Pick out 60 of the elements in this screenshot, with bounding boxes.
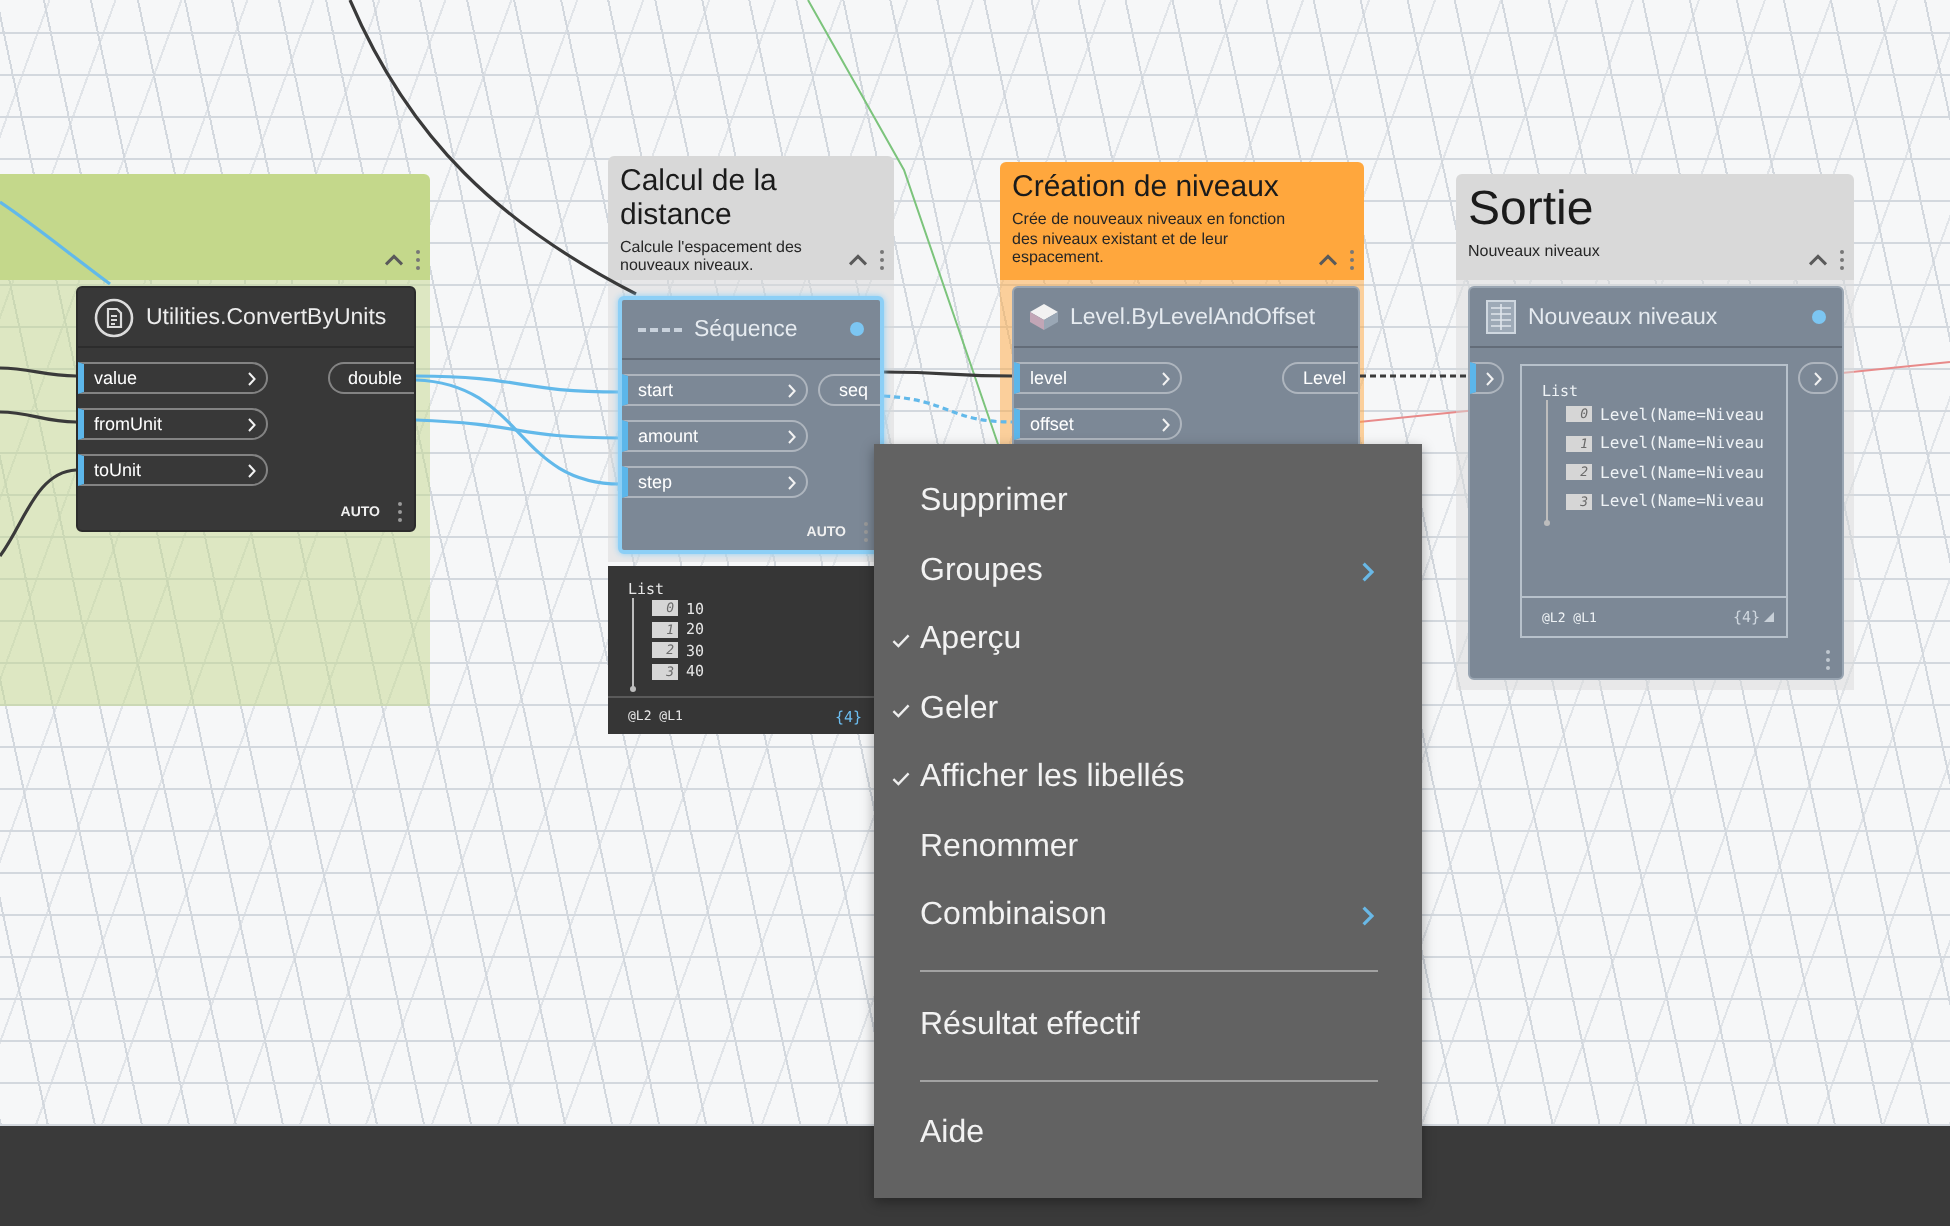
input-port[interactable]: level bbox=[1014, 362, 1182, 394]
menu-item[interactable]: Aperçu bbox=[874, 606, 1422, 675]
list-value: Level(Name=Niveau bbox=[1600, 492, 1764, 511]
group-description: Nouveaux niveaux bbox=[1468, 241, 1600, 262]
menu-item[interactable]: Combinaison bbox=[874, 882, 1422, 951]
chevron-icon bbox=[788, 429, 796, 443]
collapse-chevron-icon[interactable] bbox=[384, 254, 404, 266]
node-title: Level.ByLevelAndOffset bbox=[1070, 305, 1318, 329]
sheet-icon bbox=[1486, 300, 1516, 334]
menu-item[interactable]: Afficher les libellés bbox=[874, 744, 1422, 813]
list-value: Level(Name=Niveau bbox=[1600, 463, 1764, 482]
menu-item[interactable]: Résultat effectif bbox=[874, 991, 1422, 1060]
chevron-icon bbox=[248, 417, 256, 431]
wire[interactable] bbox=[0, 410, 77, 424]
chevron-icon bbox=[788, 475, 796, 489]
group-description: Crée de nouveaux niveaux en fonction des niveaux existant et de leur espacement. bbox=[1012, 209, 1288, 269]
chevron-icon bbox=[248, 463, 256, 477]
chevron-icon bbox=[1162, 371, 1170, 385]
wire[interactable] bbox=[884, 370, 1012, 378]
chevron-icon bbox=[1814, 371, 1822, 385]
collapse-chevron-icon[interactable] bbox=[1808, 254, 1828, 266]
menu-item[interactable]: Geler bbox=[874, 675, 1422, 744]
collapse-chevron-icon[interactable] bbox=[848, 254, 868, 266]
chevron-icon bbox=[1162, 417, 1170, 431]
chevron-icon bbox=[1485, 371, 1493, 385]
collapse-chevron-icon[interactable] bbox=[1318, 254, 1338, 266]
group-title: Création de niveaux bbox=[1012, 172, 1281, 206]
output-port[interactable]: double bbox=[327, 362, 414, 394]
list-value: Level(Name=Niveau bbox=[1600, 434, 1764, 453]
list-value: Level(Name=Niveau bbox=[1600, 405, 1764, 424]
wire[interactable] bbox=[0, 366, 77, 378]
node-title: Séquence bbox=[694, 317, 800, 341]
group-header[interactable]: Calcul de la distance Calcule l'espacement des nouveaux niveaux. bbox=[608, 156, 894, 280]
group-header[interactable]: Création de niveaux Crée de nouveaux niveaux en fonction des niveaux existant et de leur espacement. bbox=[1000, 162, 1364, 280]
input-port[interactable] bbox=[1470, 362, 1504, 394]
wire[interactable] bbox=[0, 468, 77, 557]
chevron-icon bbox=[788, 383, 796, 397]
input-port[interactable]: step bbox=[622, 466, 808, 498]
resize-grip-icon[interactable] bbox=[1764, 612, 1774, 622]
node-title: Nouveaux niveaux bbox=[1528, 305, 1720, 329]
output-port[interactable]: seq bbox=[818, 374, 880, 406]
input-port[interactable]: start bbox=[622, 374, 808, 406]
input-port[interactable]: value bbox=[78, 362, 268, 394]
group-description: Calcule l'espacement des nouveaux niveaux. bbox=[620, 237, 804, 277]
group-header[interactable]: Sortie Nouveaux niveaux bbox=[1456, 174, 1854, 280]
input-port[interactable]: toUnit bbox=[78, 454, 268, 486]
node-title: Utilities.ConvertByUnits bbox=[146, 305, 389, 329]
cube-icon bbox=[1030, 304, 1058, 330]
chevron-icon bbox=[248, 371, 256, 385]
group-title: Calcul de la distance bbox=[620, 166, 779, 234]
wire[interactable] bbox=[1360, 374, 1468, 378]
input-port[interactable]: fromUnit bbox=[78, 408, 268, 440]
group-title: Sortie bbox=[1468, 184, 1596, 238]
output-port[interactable] bbox=[1798, 362, 1838, 394]
circle-document-icon bbox=[94, 297, 134, 337]
menu-item[interactable]: Renommer bbox=[874, 813, 1422, 882]
dashes-icon bbox=[638, 327, 682, 331]
input-port[interactable]: amount bbox=[622, 420, 808, 452]
output-port[interactable]: Level bbox=[1282, 362, 1358, 394]
menu-item[interactable]: Aide bbox=[874, 1100, 1422, 1169]
